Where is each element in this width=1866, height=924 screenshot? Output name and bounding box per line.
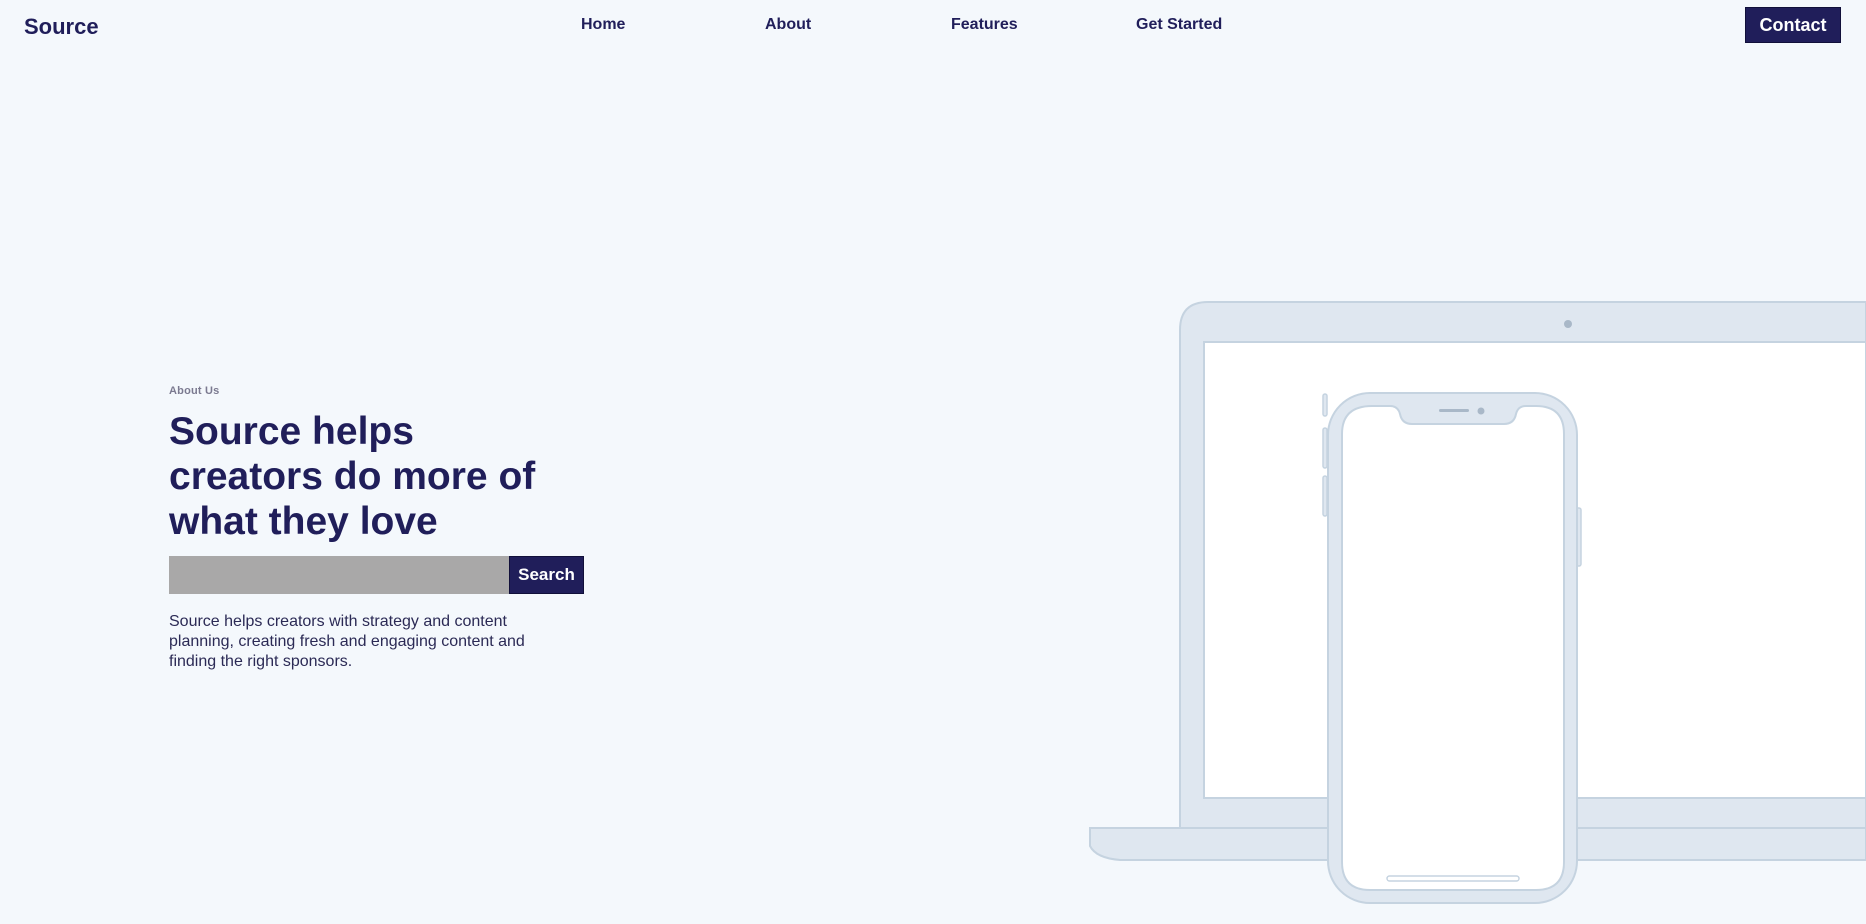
nav-link-about[interactable]: About <box>765 16 811 34</box>
devices-svg <box>1089 301 1866 904</box>
nav-link-home[interactable]: Home <box>581 16 625 34</box>
top-navigation: Source Home About Features Get Started C… <box>0 0 1866 56</box>
search-bar: Search <box>169 556 584 594</box>
contact-button[interactable]: Contact <box>1745 7 1841 43</box>
search-input[interactable] <box>169 556 509 594</box>
laptop-and-phone-illustration <box>1060 290 1866 924</box>
section-eyebrow: About Us <box>169 385 220 397</box>
nav-link-features[interactable]: Features <box>951 16 1018 34</box>
search-button[interactable]: Search <box>509 556 584 594</box>
nav-link-get-started[interactable]: Get Started <box>1136 16 1222 34</box>
hero-headline: Source helps creators do more of what th… <box>169 410 536 543</box>
hero-section: About Us Source helps creators do more o… <box>169 385 589 672</box>
logo[interactable]: Source <box>24 14 99 40</box>
smartphone-icon <box>1322 392 1582 904</box>
hero-description: Source helps creators with strategy and … <box>169 613 525 670</box>
